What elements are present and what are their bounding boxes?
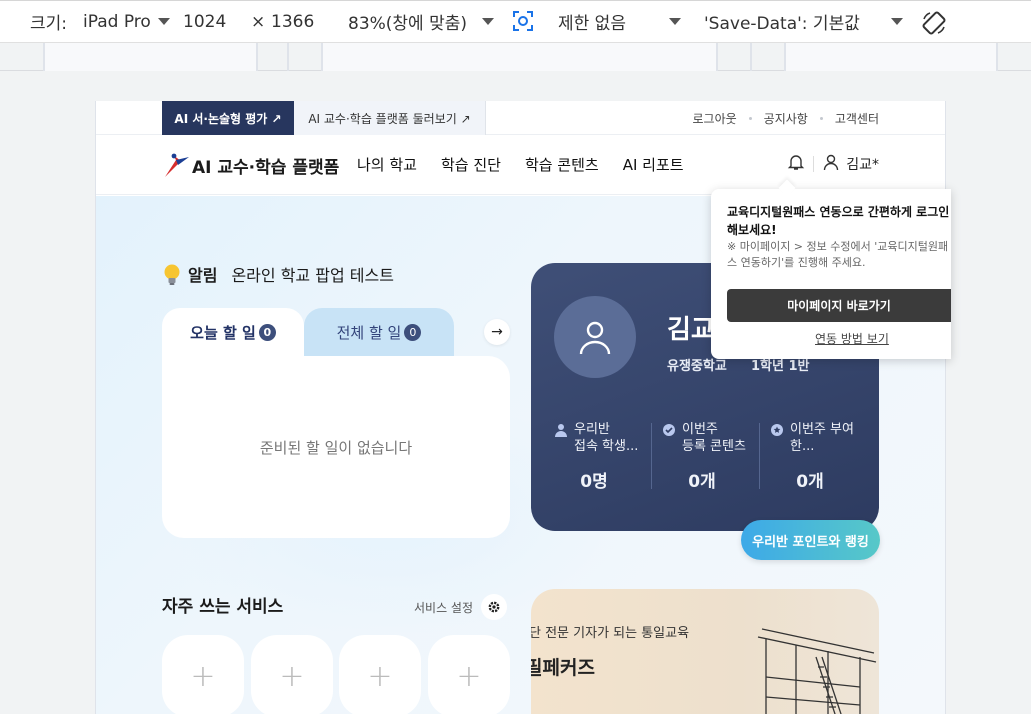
star-badge-icon <box>771 424 783 436</box>
stat-label: 이번주 부여 <box>790 422 854 437</box>
menu-contents[interactable]: 학습 콘텐츠 <box>525 154 599 175</box>
zoom-select[interactable]: 83%(창에 맞춤) <box>348 9 467 34</box>
site-logo[interactable]: AI 교수·학습 플랫폼 <box>162 151 339 179</box>
class-ranking-button[interactable]: 우리반 포인트와 랭킹 <box>741 520 880 560</box>
bell-icon[interactable] <box>787 153 805 175</box>
add-service-button[interactable]: + <box>339 635 421 714</box>
platform-tour-link[interactable]: AI 교수·학습 플랫폼 둘러보기 ↗ <box>294 101 486 135</box>
how-to-link[interactable]: 연동 방법 보기 <box>815 330 889 347</box>
lightbulb-icon <box>162 263 180 285</box>
tab-today-label: 오늘 할 일 <box>190 323 256 342</box>
user-name[interactable]: 김교* <box>846 154 879 174</box>
menu-my-school[interactable]: 나의 학교 <box>357 154 417 175</box>
notice-text: 온라인 학교 팝업 테스트 <box>231 266 394 285</box>
person-icon <box>555 424 567 437</box>
mypage-button[interactable]: 마이페이지 바로가기 <box>727 289 951 322</box>
throttle-dropdown-icon[interactable] <box>669 18 681 25</box>
notice-label: 알림 <box>188 266 218 285</box>
menu-diagnosis[interactable]: 학습 진단 <box>441 154 501 175</box>
logo-text: AI 교수·학습 플랫폼 <box>192 157 340 178</box>
todo-panel: 준비된 할 일이 없습니다 <box>162 356 510 538</box>
services-settings-label: 서비스 설정 <box>414 600 474 615</box>
user-area: 김교* <box>787 153 879 175</box>
avatar <box>554 296 636 378</box>
throttle-select[interactable]: 제한 없음 <box>558 9 626 34</box>
top-utility-bar: AI 서·논술형 평가 ↗ AI 교수·학습 플랫폼 둘러보기 ↗ 로그아웃 공… <box>96 101 945 135</box>
popover-title: 교육디지털원패스 연동으로 간편하게 로그인 해보세요! <box>727 205 950 237</box>
promo-banner[interactable]: 단 전문 기자가 되는 통일교육 필페커즈 <box>531 589 879 714</box>
tab-all-todo[interactable]: 전체 할 일 0 <box>304 308 454 356</box>
add-service-button[interactable]: + <box>251 635 333 714</box>
save-data-dropdown-icon[interactable] <box>891 18 903 25</box>
onepass-popover: 교육디지털원패스 연동으로 간편하게 로그인 해보세요! ※ 마이페이지 > 정… <box>711 189 951 359</box>
building-sketch-illustration <box>757 628 877 714</box>
banner-subtitle: 단 전문 기자가 되는 통일교육 <box>531 626 690 641</box>
tab-all-label: 전체 할 일 <box>336 323 402 342</box>
services-settings[interactable]: 서비스 설정 <box>414 594 508 620</box>
height-input[interactable]: 1366 <box>271 12 314 32</box>
todo-tabs: 오늘 할 일 0 전체 할 일 0 <box>162 308 510 356</box>
menu-ai-report[interactable]: AI 리포트 <box>623 154 684 175</box>
utility-links: 로그아웃 공지사항 고객센터 <box>692 101 879 135</box>
device-dropdown-icon[interactable] <box>158 18 170 25</box>
stat-label: 이번주 <box>682 422 718 437</box>
rotate-icon[interactable] <box>920 9 948 37</box>
logout-link[interactable]: 로그아웃 <box>692 110 736 127</box>
banner-title: 필페커즈 <box>531 657 595 679</box>
width-input[interactable]: 1024 <box>183 12 226 32</box>
stat-value: 0개 <box>688 472 716 492</box>
check-badge-icon <box>663 424 675 436</box>
tab-today-todo[interactable]: 오늘 할 일 0 <box>162 308 304 356</box>
main-menu: 나의 학교 학습 진단 학습 콘텐츠 AI 리포트 <box>357 154 684 175</box>
todo-empty-text: 준비된 할 일이 없습니다 <box>259 438 413 457</box>
add-service-button[interactable]: + <box>428 635 510 714</box>
todo-more-arrow-icon[interactable]: → <box>484 319 510 345</box>
gear-icon[interactable] <box>481 594 508 620</box>
times-symbol: × <box>251 11 266 32</box>
screenshot-focus-icon[interactable] <box>512 10 534 32</box>
stat-label: 접속 학생... <box>574 439 639 454</box>
device-select[interactable]: iPad Pro <box>83 12 151 32</box>
today-count-badge: 0 <box>258 323 276 341</box>
media-query-ruler <box>0 42 1031 71</box>
size-label: 크기: <box>30 14 68 34</box>
essay-eval-link[interactable]: AI 서·논술형 평가 ↗ <box>162 101 294 135</box>
stat-connected-students[interactable]: 우리반접속 학생... 0명 <box>554 421 654 492</box>
user-icon <box>822 153 840 175</box>
stat-value: 0개 <box>796 472 824 492</box>
stat-value: 0명 <box>580 472 608 492</box>
stat-label: 한... <box>790 439 815 454</box>
logo-mark-icon <box>162 151 190 179</box>
stat-label: 등록 콘텐츠 <box>682 439 746 454</box>
global-nav: AI 교수·학습 플랫폼 나의 학교 학습 진단 학습 콘텐츠 AI 리포트 김… <box>96 135 945 195</box>
stat-label: 우리반 <box>574 422 610 437</box>
support-link[interactable]: 고객센터 <box>835 110 879 127</box>
add-service-button[interactable]: + <box>162 635 244 714</box>
notice-banner[interactable]: 알림 온라인 학교 팝업 테스트 <box>162 262 394 286</box>
all-count-badge: 0 <box>404 323 422 341</box>
device-toolbar: 크기: iPad Pro 1024 × 1366 83%(창에 맞춤) 제한 없… <box>0 0 1031 42</box>
notice-link[interactable]: 공지사항 <box>764 110 808 127</box>
stat-assigned[interactable]: 이번주 부여한... 0개 <box>770 421 870 492</box>
services-title: 자주 쓰는 서비스 <box>162 597 284 617</box>
profile-name: 김교 <box>667 315 715 345</box>
stat-registered-contents[interactable]: 이번주등록 콘텐츠 0개 <box>662 421 762 492</box>
zoom-dropdown-icon[interactable] <box>482 18 494 25</box>
save-data-select[interactable]: 'Save-Data': 기본값 <box>704 9 860 34</box>
popover-description: ※ 마이페이지 > 정보 수정에서 '교육디지털원패스 연동하기'를 진행해 주… <box>727 240 949 269</box>
